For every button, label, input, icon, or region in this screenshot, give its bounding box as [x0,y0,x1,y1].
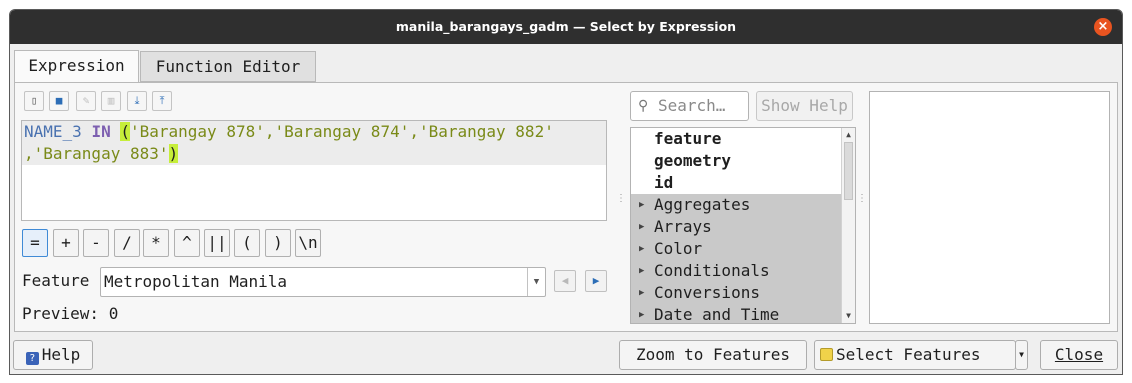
tree-group-label: Conditionals [654,261,770,280]
code-line-2: ,'Barangay 883') [24,143,179,165]
zoom-to-features-button[interactable]: Zoom to Features [619,340,807,370]
operator-plus-button[interactable]: + [53,229,79,257]
code-strings-2: ,'Barangay 883' [24,144,169,163]
tree-group-label: Color [654,239,703,258]
function-search-input[interactable]: ⚲ Search… [630,91,749,121]
operator-power-button[interactable]: ^ [174,229,200,257]
preview-value: 0 [108,304,119,323]
edit-icon[interactable]: ✎ [76,91,96,111]
search-placeholder: Search… [658,96,726,115]
delete-icon[interactable]: ▥ [101,91,121,111]
scroll-up-icon[interactable]: ▲ [842,128,855,142]
tree-group-label: Conversions [654,283,760,302]
preview: Preview: 0 [22,304,118,323]
tree-group-arrays[interactable]: ▶ Arrays [631,216,842,238]
close-button[interactable]: Close [1040,340,1118,370]
help-panel [869,91,1110,324]
operator-divide-button[interactable]: / [114,229,140,257]
operator-open-paren-button[interactable]: ( [234,229,260,257]
code-operator: IN [91,122,111,141]
import-icon[interactable]: ⤓ [127,91,147,111]
tree-group-date-and-time[interactable]: ▶ Date and Time [631,304,842,324]
previous-feature-button[interactable]: ◀ [554,270,576,292]
code-strings-1: 'Barangay 878','Barangay 874','Barangay … [129,122,554,141]
tree-item-geometry[interactable]: geometry [631,150,842,172]
search-icon: ⚲ [638,98,649,114]
tab-expression[interactable]: Expression [14,50,139,83]
tree-group-conversions[interactable]: ▶ Conversions [631,282,842,304]
tree-group-aggregates[interactable]: ▶ Aggregates [631,194,842,216]
splitter-handle[interactable]: ⋮ [616,194,626,216]
tree-scrollbar[interactable]: ▲ ▼ [841,128,855,323]
window-title: manila_barangays_gadm — Select by Expres… [395,19,737,34]
title-bar: manila_barangays_gadm — Select by Expres… [10,10,1122,44]
feature-combobox[interactable]: Metropolitan Manila ▼ [100,267,546,297]
operator-minus-button[interactable]: - [83,229,109,257]
next-feature-button[interactable]: ▶ [585,270,607,292]
operator-newline-button[interactable]: \n [295,229,321,257]
feature-value: Metropolitan Manila [104,272,288,291]
code-line-1: NAME_3 IN ('Barangay 878','Barangay 874'… [24,121,554,143]
scroll-down-icon[interactable]: ▼ [842,309,855,323]
select-features-icon [820,348,833,361]
operator-equals-button[interactable]: = [22,229,48,257]
select-features-button[interactable]: Select Features [814,340,1016,370]
help-icon: ? [25,352,39,365]
expand-arrow-icon: ▶ [639,266,645,276]
expand-arrow-icon: ▶ [639,222,645,232]
tree-item-feature[interactable]: feature [631,128,842,150]
splitter-handle[interactable]: ⋮ [857,194,867,216]
tree-group-conditionals[interactable]: ▶ Conditionals [631,260,842,282]
tree-group-label: Arrays [654,217,712,236]
expand-arrow-icon: ▶ [639,288,645,298]
operator-close-paren-button[interactable]: ) [265,229,291,257]
help-button[interactable]: ? Help [13,340,93,370]
save-icon[interactable]: ■ [49,91,69,111]
chevron-down-icon[interactable]: ▼ [527,268,545,296]
tree-item-id[interactable]: id [631,172,842,194]
expand-arrow-icon: ▶ [639,200,645,210]
expand-arrow-icon: ▶ [639,310,645,320]
code-field: NAME_3 [24,122,82,141]
operator-multiply-button[interactable]: * [143,229,169,257]
scrollbar-thumb[interactable] [844,142,853,200]
operator-concat-button[interactable]: || [204,229,230,257]
expand-arrow-icon: ▶ [639,244,645,254]
export-icon[interactable]: ⤒ [152,91,172,111]
show-help-button[interactable]: Show Help [756,91,853,121]
code-open-paren: ( [120,122,130,141]
select-features-dropdown[interactable]: ▼ [1015,340,1028,370]
function-tree: feature geometry id ▶ Aggregates ▶ Arrays … [630,127,856,324]
feature-label: Feature [22,271,90,290]
help-button-label: Help [41,345,81,364]
tree-group-color[interactable]: ▶ Color [631,238,842,260]
preview-label: Preview: [22,304,100,323]
tree-group-label: Aggregates [654,195,751,214]
code-close-paren: ) [168,144,179,163]
tab-function-editor[interactable]: Function Editor [140,51,316,82]
tab-expression-label: Expression [28,56,125,75]
window-close-button[interactable]: × [1094,18,1112,36]
tab-function-editor-label: Function Editor [155,57,301,76]
expression-editor[interactable]: NAME_3 IN ('Barangay 878','Barangay 874'… [21,120,607,221]
select-features-label: Select Features [836,345,981,364]
new-file-icon[interactable]: ▯ [24,91,44,111]
tree-group-label: Date and Time [654,305,780,324]
